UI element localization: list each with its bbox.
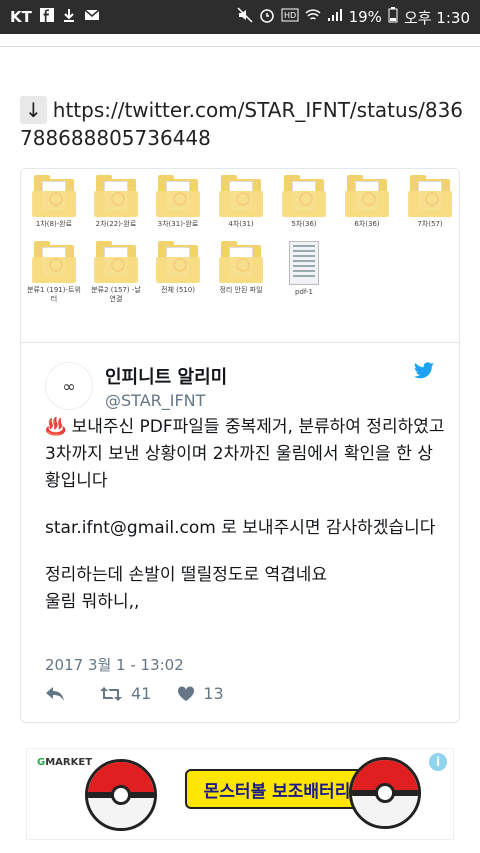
folder-item: 전체 (510) <box>151 241 205 295</box>
folder-item: 분류2 (157) -날 연결 <box>89 241 143 304</box>
reply-button[interactable] <box>45 686 73 702</box>
folder-icon <box>219 241 263 283</box>
signal-icon <box>327 8 343 26</box>
pokeball-image <box>85 759 157 831</box>
gmarket-logo: GMARKET <box>37 757 93 768</box>
folder-label: 정리 안된 파일 <box>219 286 263 294</box>
advertisement-banner[interactable]: GMARKET 몬스터볼 보조배터리 i <box>26 748 454 840</box>
folder-label: 4차(31) <box>228 220 254 228</box>
folder-label: 7차(57) <box>417 220 443 228</box>
like-button[interactable]: 13 <box>177 684 224 703</box>
folder-icon <box>156 175 200 217</box>
alarm-icon <box>259 7 275 27</box>
folder-icon <box>219 175 263 217</box>
facebook-icon <box>39 8 54 26</box>
display-name[interactable]: 인피니트 알리미 <box>105 363 227 389</box>
download-icon <box>62 8 76 26</box>
folder-item: 3차(31)-완료 <box>151 175 205 229</box>
ad-info-icon[interactable]: i <box>429 753 447 771</box>
folder-icon <box>156 241 200 283</box>
file-label: pdf-1 <box>295 288 313 296</box>
divider <box>0 46 480 47</box>
avatar[interactable]: ∞ <box>45 362 93 410</box>
folder-label: 3차(31)-완료 <box>157 220 199 228</box>
ad-headline: 몬스터볼 보조배터리 <box>185 769 369 809</box>
document-icon <box>289 241 319 285</box>
folder-icon <box>408 175 452 217</box>
folder-item: 6차(36) <box>340 175 394 229</box>
folder-icon <box>32 241 76 283</box>
clock-time: 오후 1:30 <box>403 8 470 27</box>
folder-label: 5차(36) <box>291 220 317 228</box>
retweet-button[interactable]: 41 <box>99 684 151 703</box>
down-arrow-icon: ↓ <box>20 96 47 124</box>
pdf-file-item: pdf-1 <box>277 241 331 297</box>
folder-item: 1차(8)-완료 <box>27 175 81 229</box>
hd-icon: HD <box>281 8 299 26</box>
folder-item: 4차(31) <box>214 175 268 229</box>
folder-label: 1차(8)-완료 <box>35 220 73 228</box>
mute-icon <box>237 7 253 27</box>
folder-item: 7차(57) <box>403 175 457 229</box>
tweet-paragraph: ♨️ 보내주신 PDF파일들 중복제거, 분류하여 정리하였고 3차까지 보낸 … <box>45 417 445 491</box>
folder-item: 분류1 (191)-트위터 <box>27 241 81 304</box>
tweet-media-image[interactable]: 1차(8)-완료 2차(22)-완료 3차(31)-완료 4차(31) 5차(3… <box>21 169 459 343</box>
carrier-label: KT <box>10 8 32 26</box>
folder-label: 2차(22)-완료 <box>95 220 137 228</box>
heart-icon <box>178 685 195 701</box>
folder-icon <box>94 241 138 283</box>
retweet-icon <box>100 686 122 701</box>
tweet-author[interactable]: ∞ 인피니트 알리미 @STAR_IFNT <box>45 362 227 410</box>
twitter-bird-icon[interactable] <box>413 362 435 380</box>
reply-icon <box>46 686 64 701</box>
svg-text:HD: HD <box>284 11 296 20</box>
folder-icon <box>282 175 326 217</box>
pokeball-image <box>349 757 421 829</box>
tweet-paragraph: 정리하는데 손발이 떨릴정도로 역겹네요 울림 뭐하니,, <box>45 565 328 612</box>
wifi-icon <box>305 8 321 26</box>
folder-item: 2차(22)-완료 <box>89 175 143 229</box>
folder-label: 분류1 (191)-트위터 <box>27 286 81 303</box>
mail-icon <box>84 9 100 25</box>
folder-label: 분류2 (157) -날 연결 <box>91 286 141 303</box>
battery-icon <box>388 7 398 27</box>
tweet-text: ♨️ 보내주신 PDF파일들 중복제거, 분류하여 정리하였고 3차까지 보낸 … <box>45 414 445 636</box>
like-count: 13 <box>203 684 224 703</box>
folder-item: 정리 안된 파일 <box>214 241 268 295</box>
folder-item: 5차(36) <box>277 175 331 229</box>
tweet-embed-card[interactable]: 1차(8)-완료 2차(22)-완료 3차(31)-완료 4차(31) 5차(3… <box>20 168 460 723</box>
folder-label: 6차(36) <box>354 220 380 228</box>
retweet-count: 41 <box>131 684 152 703</box>
folder-icon <box>345 175 389 217</box>
status-bar: KT HD 19% 오후 1:30 <box>0 0 480 34</box>
link-row: ↓ https://twitter.com/STAR_IFNT/status/83… <box>20 96 465 152</box>
folder-icon <box>94 175 138 217</box>
folder-icon <box>32 175 76 217</box>
tweet-actions: 41 13 <box>45 684 250 703</box>
tweet-paragraph: star.ifnt@gmail.com 로 보내주시면 감사하겠습니다 <box>45 518 436 538</box>
folder-label: 전체 (510) <box>161 286 195 294</box>
tweet-timestamp[interactable]: 2017 3월 1 - 13:02 <box>45 654 184 675</box>
battery-percent: 19% <box>348 8 382 26</box>
user-handle[interactable]: @STAR_IFNT <box>105 391 227 410</box>
tweet-url-link[interactable]: https://twitter.com/STAR_IFNT/status/836… <box>20 98 463 150</box>
